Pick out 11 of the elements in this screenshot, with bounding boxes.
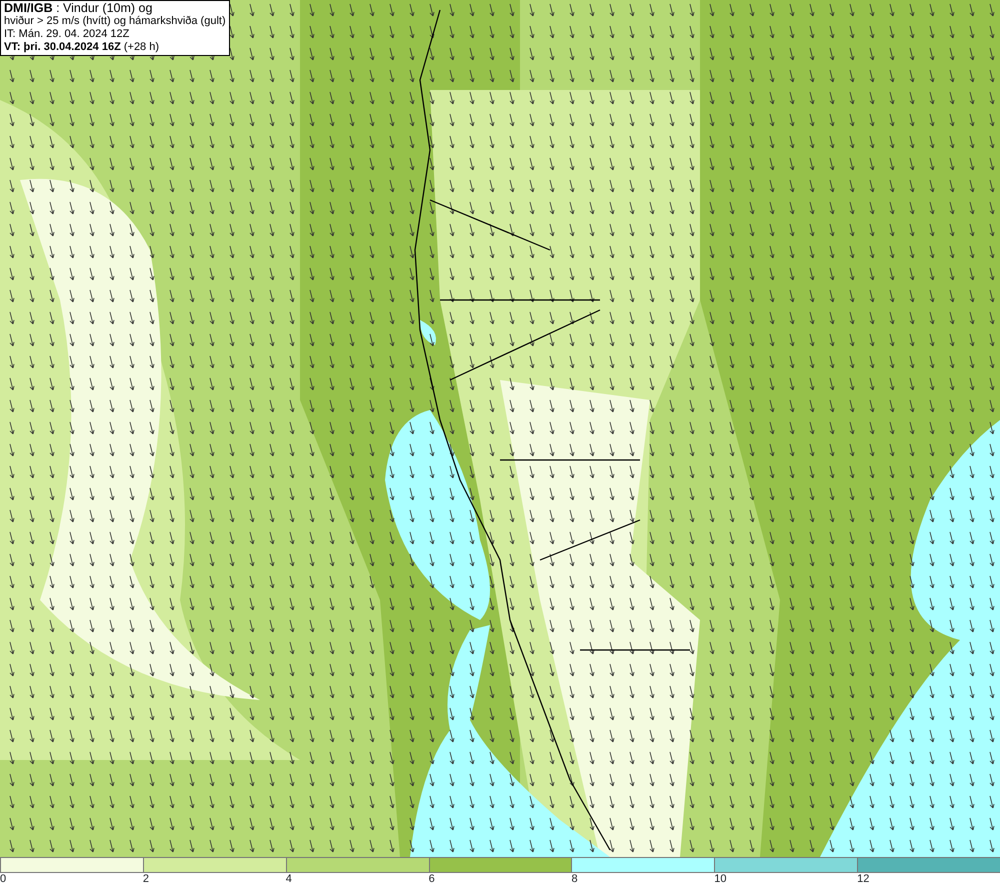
title-text: hviður > 25 m/s (hvítt) og hámarkshviða (gult): [4, 15, 226, 28]
legend-tick-label: 6: [428, 873, 435, 886]
legend-tick-label: 8: [571, 873, 578, 886]
legend-tick-label: 0: [0, 873, 6, 886]
legend-tick-label: 10: [714, 873, 727, 886]
title-text: DMI/IGB : Vindur (10m) og: [4, 2, 154, 15]
legend-tick-label: 4: [286, 873, 292, 886]
title-text: VT: þri. 30.04.2024 16Z (+28 h): [4, 41, 160, 54]
legend-tick-label: 12: [857, 873, 870, 886]
title-text: IT: Mán. 29. 04. 2024 12Z: [4, 28, 130, 41]
legend-tick-label: 2: [142, 873, 149, 886]
